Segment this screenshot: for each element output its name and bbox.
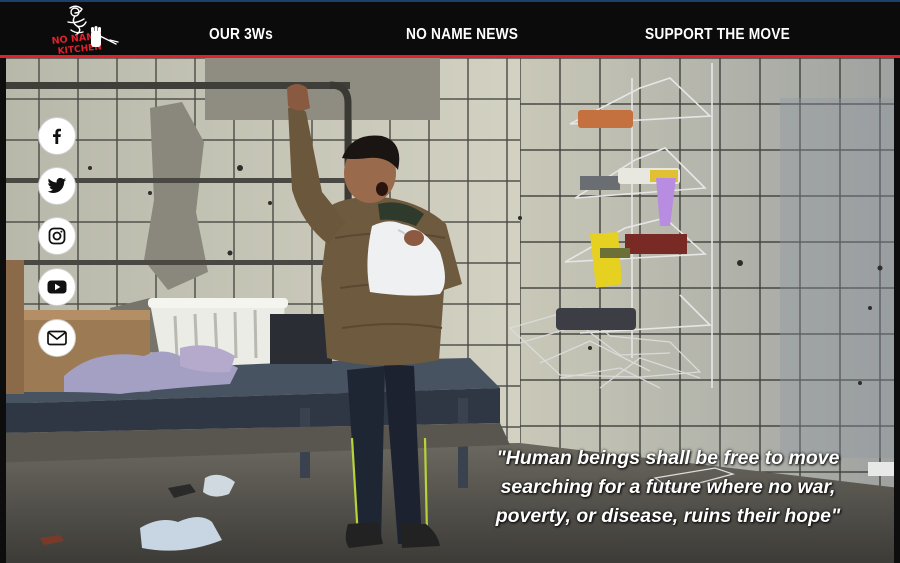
top-navbar: NO NAME KITCHEN OUR 3Ws NO NAME NEWS SUP… — [0, 0, 900, 58]
envelope-icon — [47, 330, 67, 346]
logo-graphic: NO NAME KITCHEN — [51, 5, 119, 57]
email-link[interactable] — [38, 319, 76, 357]
youtube-icon — [47, 280, 67, 294]
hero-right-edge — [894, 58, 900, 563]
twitter-icon — [47, 177, 67, 193]
hero-quote: "Human beings shall be free to move sear… — [495, 447, 841, 527]
page: NO NAME KITCHEN OUR 3Ws NO NAME NEWS SUP… — [0, 0, 900, 563]
nav-link-our-3ws[interactable]: OUR 3Ws — [209, 26, 273, 44]
nav-link-support-the-move[interactable]: SUPPORT THE MOVE — [645, 26, 790, 44]
facebook-link[interactable] — [38, 117, 76, 155]
youtube-link[interactable] — [38, 268, 76, 306]
instagram-icon — [48, 227, 66, 245]
no-name-kitchen-logo[interactable]: NO NAME KITCHEN — [48, 4, 124, 57]
twitter-link[interactable] — [38, 167, 76, 205]
hero-banner: "Human beings shall be free to move sear… — [0, 58, 900, 563]
instagram-link[interactable] — [38, 217, 76, 255]
nav-link-no-name-news[interactable]: NO NAME NEWS — [406, 26, 518, 44]
facebook-icon — [53, 128, 61, 144]
hero-left-edge — [0, 58, 6, 563]
